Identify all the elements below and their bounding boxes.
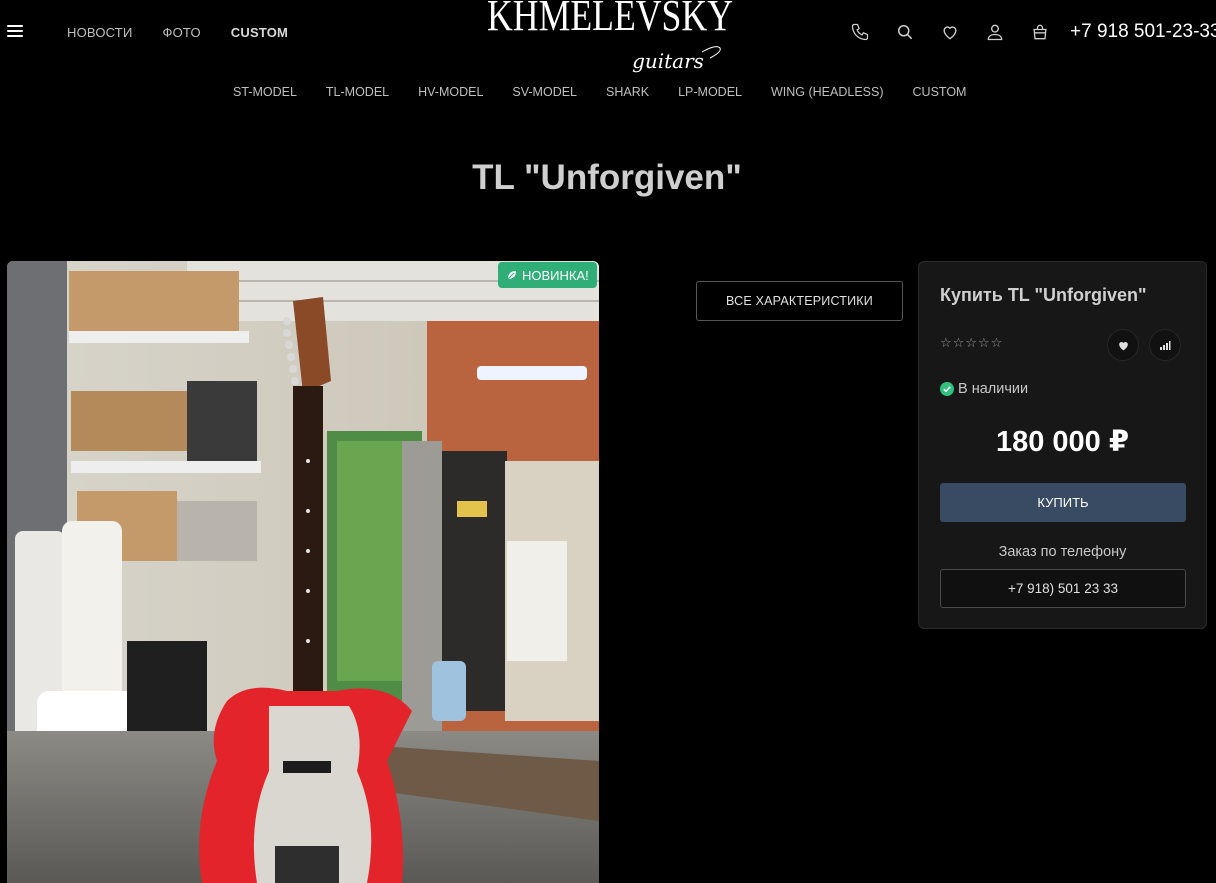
cat-sv-model[interactable]: SV-MODEL [512, 85, 577, 99]
new-badge: НОВИНКА! [498, 262, 597, 288]
cat-wing-headless[interactable]: WING (HEADLESS) [771, 85, 884, 99]
cat-tl-model[interactable]: TL-MODEL [326, 85, 389, 99]
product-photo[interactable] [7, 261, 599, 883]
header-phone[interactable]: +7 918 501-23-33 [1070, 21, 1216, 43]
stock-status: В наличии [940, 381, 1028, 397]
logo-sub: guitars [632, 49, 704, 73]
new-badge-label: НОВИНКА! [522, 267, 589, 283]
cat-hv-model[interactable]: HV-MODEL [418, 85, 483, 99]
all-specs-button[interactable]: ВСЕ ХАРАКТЕРИСТИКИ [696, 281, 903, 321]
star-icon[interactable]: ☆ [953, 335, 966, 350]
add-to-favorites-button[interactable] [1107, 329, 1139, 361]
buy-box: Купить TL "Unforgiven" ☆☆☆☆☆ В наличии 1… [918, 261, 1207, 629]
logo[interactable]: KHMELEVSKY guitars [470, 0, 750, 78]
nav-news[interactable]: НОВОСТИ [67, 25, 133, 40]
nav-photo[interactable]: ФОТО [163, 25, 201, 40]
cat-custom[interactable]: CUSTOM [913, 85, 967, 99]
logo-main: KHMELEVSKY [487, 0, 733, 40]
rating-stars[interactable]: ☆☆☆☆☆ [940, 335, 1003, 351]
search-icon[interactable] [893, 20, 917, 44]
price: 180 000 ₽ [995, 426, 1130, 458]
nav-custom[interactable]: CUSTOM [231, 25, 288, 40]
header-tools: +7 918 501-23-33 [848, 20, 1216, 44]
user-icon[interactable] [983, 20, 1007, 44]
cat-shark[interactable]: SHARK [606, 85, 649, 99]
compare-bars-icon [1160, 341, 1171, 350]
top-nav: НОВОСТИ ФОТО CUSTOM [67, 25, 288, 40]
phone-order-button[interactable]: +7 918) 501 23 33 [940, 569, 1186, 608]
check-circle-icon [940, 382, 954, 396]
compare-button[interactable] [1149, 329, 1181, 361]
star-icon[interactable]: ☆ [965, 335, 978, 350]
heart-icon [1118, 341, 1128, 350]
category-nav: ST-MODEL TL-MODEL HV-MODEL SV-MODEL SHAR… [233, 85, 966, 99]
cat-lp-model[interactable]: LP-MODEL [678, 85, 742, 99]
buy-button[interactable]: КУПИТЬ [940, 483, 1186, 522]
hamburger-icon[interactable] [7, 25, 23, 39]
stock-label: В наличии [958, 381, 1029, 397]
buy-title: Купить TL "Unforgiven" [940, 285, 1147, 305]
cat-st-model[interactable]: ST-MODEL [233, 85, 297, 99]
header: НОВОСТИ ФОТО CUSTOM KHMELEVSKY guitars +… [0, 0, 1216, 73]
heart-icon[interactable] [938, 20, 962, 44]
phone-order-label: Заказ по телефону [998, 544, 1127, 560]
star-icon[interactable]: ☆ [978, 335, 991, 350]
cart-icon[interactable] [1028, 20, 1052, 44]
page-title: TL "Unforgiven" [472, 158, 742, 197]
star-icon[interactable]: ☆ [991, 335, 1004, 350]
leaf-icon [507, 271, 516, 280]
phone-icon[interactable] [848, 20, 872, 44]
star-icon[interactable]: ☆ [940, 335, 953, 350]
